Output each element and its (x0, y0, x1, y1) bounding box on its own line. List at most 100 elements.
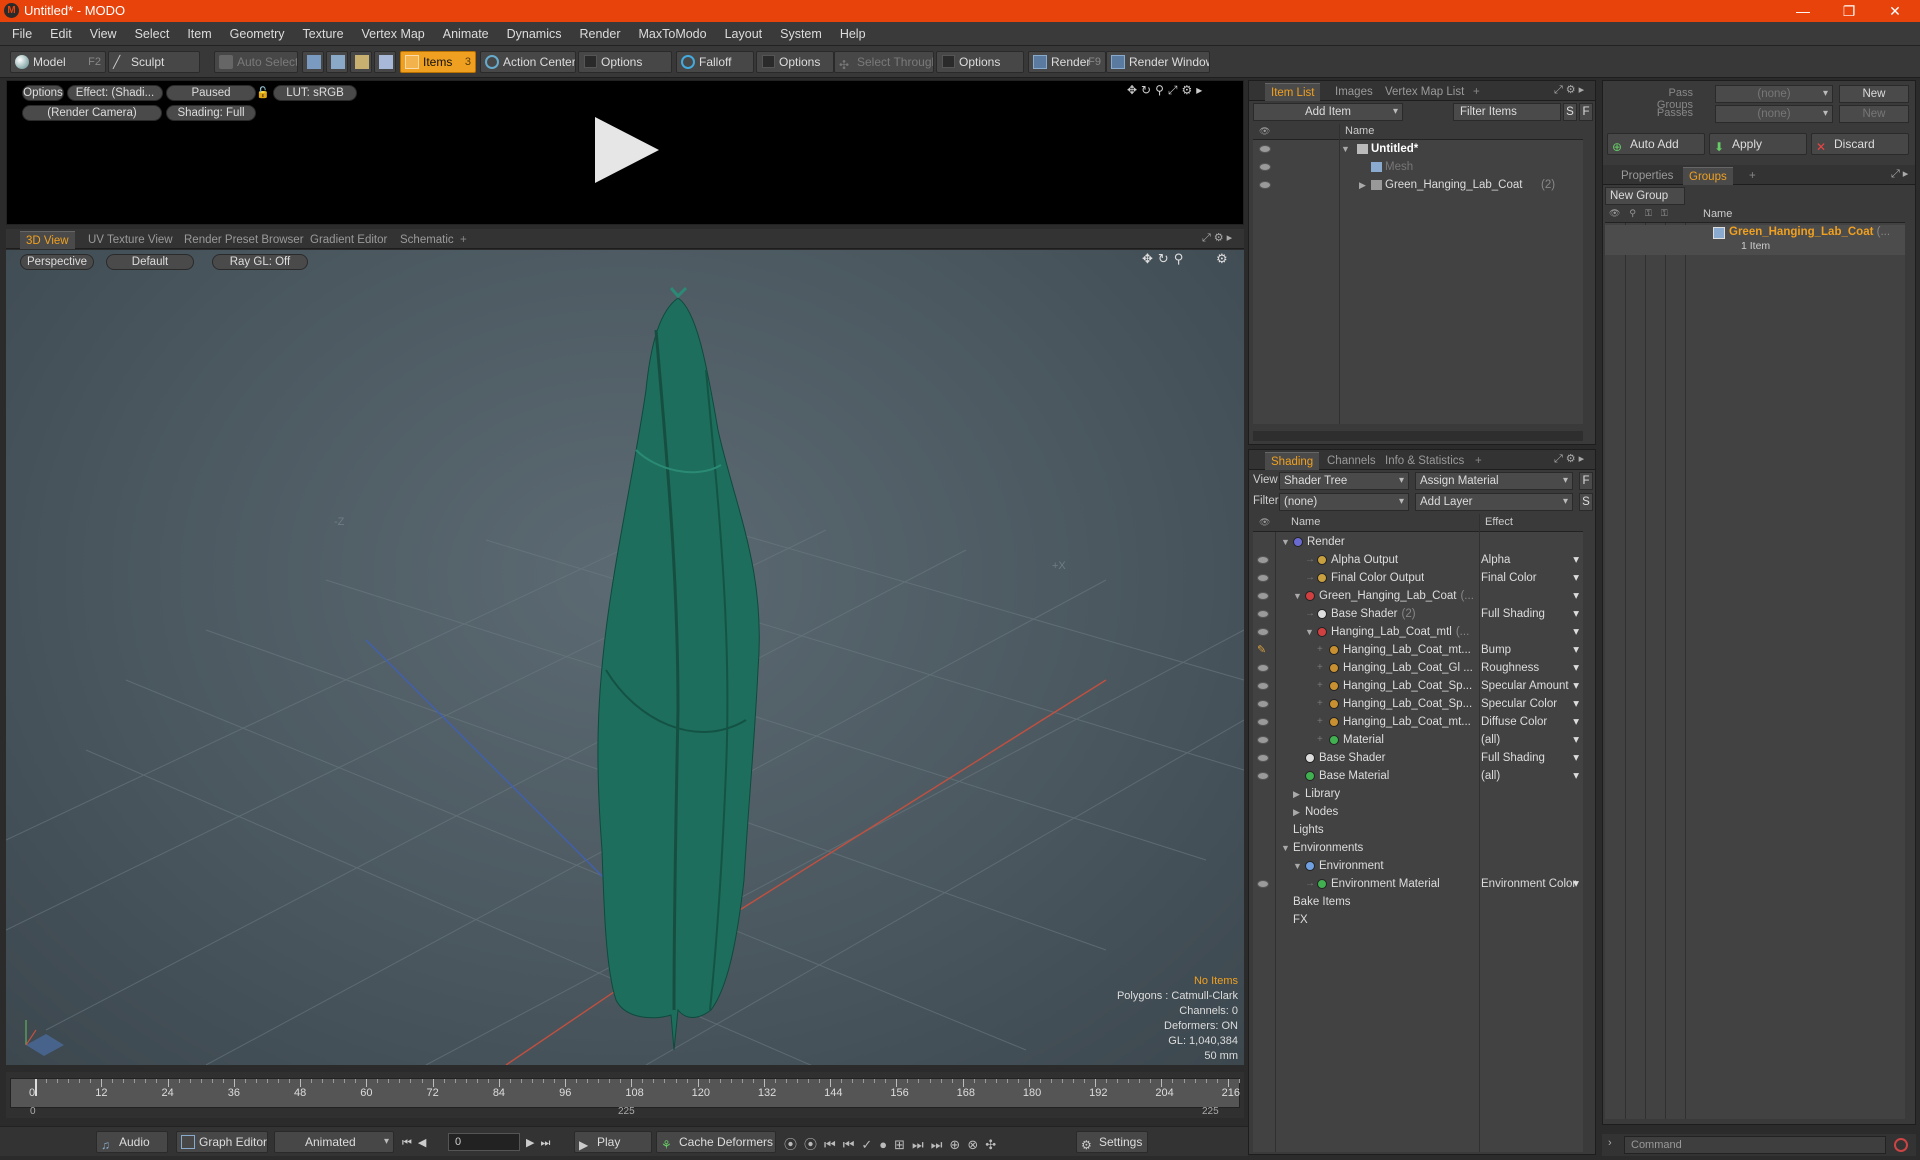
select-through-options-button[interactable]: Options (936, 51, 1024, 73)
visibility-eye-icon[interactable] (1257, 574, 1269, 582)
polygons-mode-button[interactable] (350, 51, 372, 73)
playback-tool-icons[interactable]: ⦿⦿⏮⏮✓●⊞⏭⏭⊕⊗✣ (784, 1134, 1003, 1153)
timeline-playhead[interactable] (35, 1079, 37, 1096)
preview-options-button[interactable]: Options (22, 85, 64, 101)
timeline[interactable]: 0 12 24 36 48 60 72 84 96 108 120 132 144 156 168 180 19… (6, 1072, 1244, 1118)
visibility-eye-icon[interactable] (1257, 592, 1269, 600)
graph-editor-button[interactable]: Graph Editor (176, 1131, 268, 1153)
shader-effect[interactable]: Full Shading (1481, 605, 1581, 623)
collapse-arrow-icon[interactable]: ▼ (1305, 623, 1314, 641)
shader-row[interactable]: ▼ Green_Hanging_Lab_Coat (... (1253, 587, 1583, 605)
lut-dropdown[interactable]: LUT: sRGB (273, 85, 357, 101)
shader-row[interactable]: ▼ Environments (1253, 839, 1583, 857)
audio-button[interactable]: ♫ Audio (96, 1131, 168, 1153)
default-style-dropdown[interactable]: Default (106, 254, 194, 270)
shader-row[interactable]: + Hanging_Lab_Coat_Sp... Specular Amount (1253, 677, 1583, 695)
viewport-nav-icons[interactable]: ✥↻⚲ (1142, 251, 1188, 267)
item-row[interactable]: ▶ Green_Hanging_Lab_Coat (2) (1253, 176, 1583, 194)
hanging-lab-coat-mesh[interactable] (597, 286, 760, 1051)
menu-maxtomodo[interactable]: MaxToModo (630, 22, 716, 46)
passes-dropdown[interactable]: (none) (1715, 105, 1833, 123)
shader-row[interactable]: ▶ Nodes (1253, 803, 1583, 821)
falloff-button[interactable]: Falloff (676, 51, 754, 73)
timeline-track[interactable]: 0 12 24 36 48 60 72 84 96 108 120 132 144 156 168 180 19… (10, 1078, 1240, 1108)
tab-render-preset-browser[interactable]: Render Preset Browser (178, 231, 310, 249)
collapse-arrow-icon[interactable]: ▼ (1281, 839, 1290, 857)
ray-gl-toggle[interactable]: Ray GL: Off (212, 254, 308, 270)
collapse-arrow-icon[interactable]: ▼ (1293, 857, 1302, 875)
shader-effect[interactable]: Full Shading (1481, 749, 1581, 767)
shader-row[interactable]: Bake Items (1253, 893, 1583, 911)
menu-system[interactable]: System (771, 22, 831, 46)
visibility-eye-icon[interactable] (1257, 682, 1269, 690)
visibility-eye-icon[interactable] (1259, 145, 1271, 153)
shader-effect[interactable]: Alpha (1481, 551, 1581, 569)
vertices-mode-button[interactable] (302, 51, 324, 73)
tab-properties[interactable]: Properties (1615, 167, 1679, 185)
collapse-arrow-icon[interactable]: ▼ (1341, 140, 1350, 158)
filter-s-button[interactable]: S (1563, 103, 1577, 121)
shader-row[interactable]: ✎ + Hanging_Lab_Coat_mt... Bump (1253, 641, 1583, 659)
expand-arrow-icon[interactable]: ▶ (1293, 785, 1300, 803)
menu-vertex-map[interactable]: Vertex Map (353, 22, 434, 46)
action-center-button[interactable]: Action Center (480, 51, 576, 73)
add-item-dropdown[interactable]: Add Item (1253, 103, 1403, 121)
pass-groups-dropdown[interactable]: (none) (1715, 85, 1833, 103)
visibility-eye-icon[interactable] (1257, 772, 1269, 780)
shader-row[interactable]: + Hanging_Lab_Coat_mt... Diffuse Color (1253, 713, 1583, 731)
auto-select-button[interactable]: Auto Select (214, 51, 298, 73)
shader-row[interactable]: + Hanging_Lab_Coat_Gl ... Roughness (1253, 659, 1583, 677)
menu-texture[interactable]: Texture (294, 22, 353, 46)
shader-row[interactable]: → Alpha Output Alpha (1253, 551, 1583, 569)
play-preview-icon[interactable] (595, 117, 659, 183)
collapse-arrow-icon[interactable]: ▼ (1281, 533, 1290, 551)
shader-effect[interactable]: Final Color (1481, 569, 1581, 587)
shader-effect[interactable]: (all) (1481, 731, 1581, 749)
menu-view[interactable]: View (81, 22, 126, 46)
close-button[interactable]: ✕ (1872, 0, 1918, 22)
menu-item[interactable]: Item (178, 22, 220, 46)
select-through-button[interactable]: ✣ Select Through (834, 51, 934, 73)
tab-gradient-editor[interactable]: Gradient Editor (304, 231, 393, 249)
assign-material-dropdown[interactable]: Assign Material (1415, 472, 1573, 490)
shader-row[interactable]: + Hanging_Lab_Coat_Sp... Specular Color (1253, 695, 1583, 713)
shading-s-button[interactable]: S (1579, 493, 1593, 511)
add-tab-icon[interactable]: + (1469, 452, 1488, 470)
auto-add-button[interactable]: ⊕ Auto Add (1607, 133, 1705, 155)
apply-button[interactable]: ⬇ Apply (1709, 133, 1807, 155)
new-pass-group-button[interactable]: New (1839, 85, 1909, 103)
add-tab-icon[interactable]: + (1467, 83, 1486, 101)
expand-arrow-icon[interactable]: ▶ (1359, 176, 1366, 194)
filter-f-button[interactable]: F (1579, 103, 1593, 121)
items-mode-button[interactable]: Items 3 (400, 51, 476, 73)
shader-row[interactable]: ▶ Library (1253, 785, 1583, 803)
panel-expand-icons[interactable]: ⤢▸ (1891, 167, 1911, 181)
view-dropdown[interactable]: Shader Tree (1279, 472, 1409, 490)
shader-row[interactable]: ▼ Render (1253, 533, 1583, 551)
render-camera-dropdown[interactable]: (Render Camera) (22, 105, 162, 121)
shader-effect[interactable]: Specular Amount (1481, 677, 1581, 695)
shader-row[interactable]: Base Material (all) (1253, 767, 1583, 785)
settings-button[interactable]: ⚙ Settings (1076, 1131, 1148, 1153)
shader-effect[interactable] (1481, 587, 1581, 605)
command-input[interactable]: Command (1624, 1136, 1886, 1154)
current-frame-input[interactable]: 0 (448, 1133, 520, 1151)
menu-file[interactable]: File (3, 22, 41, 46)
animated-dropdown[interactable]: Animated (274, 1131, 394, 1153)
expand-arrow-icon[interactable]: ▶ (1293, 803, 1300, 821)
panel-expand-icons[interactable]: ⤢⚙▸ (1554, 83, 1587, 97)
tab-images[interactable]: Images (1329, 83, 1379, 101)
command-record-icon[interactable] (1894, 1138, 1908, 1152)
materials-mode-button[interactable] (374, 51, 396, 73)
menu-edit[interactable]: Edit (41, 22, 81, 46)
visibility-eye-icon[interactable] (1257, 754, 1269, 762)
shader-effect[interactable]: Environment Color (1481, 875, 1581, 893)
frame-forward-icons[interactable]: ▶⏭ (526, 1136, 556, 1150)
group-row[interactable]: Green_Hanging_Lab_Coat (... 1 Item (1605, 225, 1905, 255)
preview-nav-icons[interactable]: ✥↻⚲⤢⚙▸ (1127, 83, 1206, 98)
brush-icon[interactable]: ✎ (1257, 641, 1266, 659)
filter-items-input[interactable]: Filter Items (1453, 103, 1561, 121)
item-list-tree[interactable]: 👁 Name ▼ Untitled* Mesh ▶ Green_Hanging_Lab_… (1253, 124, 1583, 424)
shader-row[interactable]: FX (1253, 911, 1583, 929)
tab-channels[interactable]: Channels (1321, 452, 1382, 470)
